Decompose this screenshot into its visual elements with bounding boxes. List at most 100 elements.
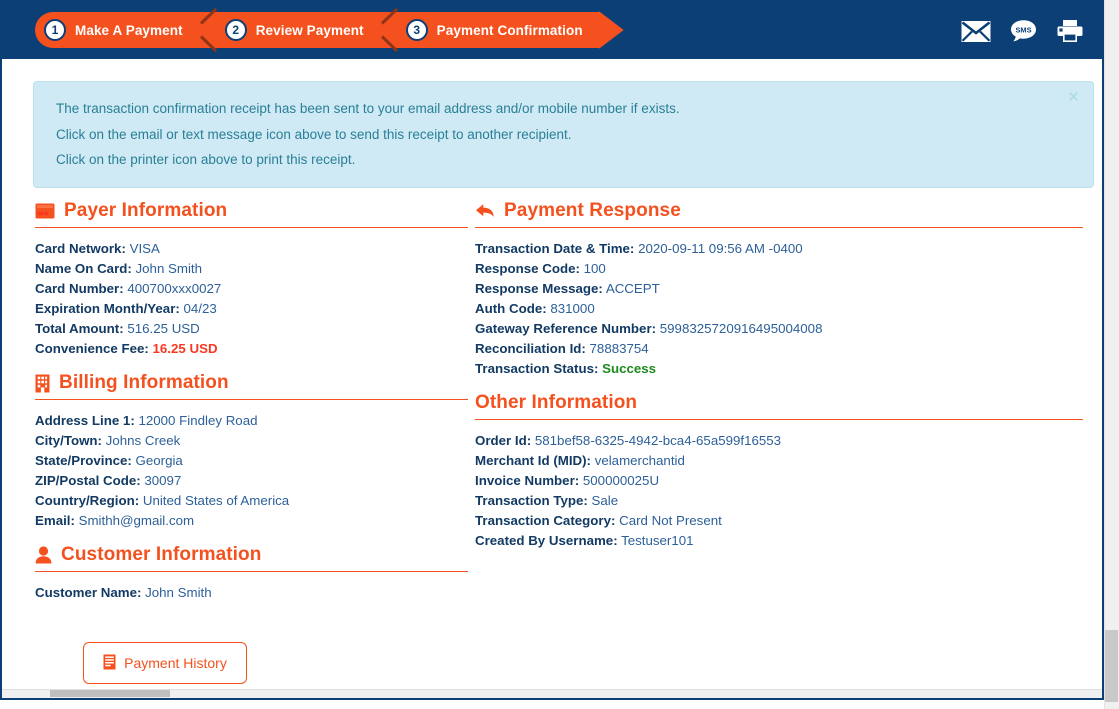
payer-information-section: Payer Information Card Network: VISA Nam… [35,200,468,359]
payer-information-fields: Card Network: VISA Name On Card: John Sm… [35,228,468,359]
field-transaction-status-label: Transaction Status: [475,361,599,376]
field-total-amount: Total Amount: 516.25 USD [35,319,468,339]
field-transaction-type-value: Sale [591,493,619,508]
wizard-step-1[interactable]: 1 Make A Payment [44,12,199,48]
other-information-section: Other Information Order Id: 581bef58-632… [475,392,1083,551]
field-address-line-1-value: 12000 Findley Road [138,413,258,428]
receipt-icon [103,654,116,673]
wizard-step-1-number: 1 [44,19,66,41]
credit-card-icon [35,203,55,219]
left-column: Payer Information Card Network: VISA Nam… [35,200,468,684]
wizard-step-2[interactable]: 2 Review Payment [224,12,380,48]
field-customer-name-label: Customer Name: [35,585,142,600]
field-address-line-1-label: Address Line 1: [35,413,135,428]
billing-information-fields: Address Line 1: 12000 Findley Road City/… [35,400,468,531]
customer-information-title: Customer Information [61,544,262,565]
field-email-value: Smithh@gmail.com [78,513,195,528]
field-transaction-category: Transaction Category: Card Not Present [475,511,1083,531]
field-state-province: State/Province: Georgia [35,451,468,471]
field-convenience-fee: Convenience Fee: 16.25 USD [35,339,468,359]
alert-line-1: The transaction confirmation receipt has… [56,101,680,116]
field-transaction-status-value: Success [602,361,657,376]
user-icon [35,546,52,564]
field-total-amount-value: 516.25 USD [127,321,200,336]
field-auth-code-value: 831000 [550,301,595,316]
field-zip-postal-code-value: 30097 [144,473,182,488]
field-auth-code: Auth Code: 831000 [475,299,1083,319]
field-response-code-label: Response Code: [475,261,580,276]
field-expiration-value: 04/23 [183,301,217,316]
field-card-number-value: 400700xxx0027 [127,281,222,296]
field-reconciliation-id: Reconciliation Id: 78883754 [475,339,1083,359]
field-invoice-number-value: 500000025U [582,473,660,488]
field-invoice-number-label: Invoice Number: [475,473,580,488]
customer-information-header: Customer Information [35,544,468,572]
field-transaction-category-value: Card Not Present [619,513,722,528]
field-name-on-card: Name On Card: John Smith [35,259,468,279]
field-gateway-reference-number-value: 5998325720916495004008 [659,321,823,336]
field-transaction-date-time-value: 2020-09-11 09:56 AM -0400 [638,241,803,256]
field-convenience-fee-label: Convenience Fee: [35,341,149,356]
field-response-code: Response Code: 100 [475,259,1083,279]
payer-information-header: Payer Information [35,200,468,228]
other-information-fields: Order Id: 581bef58-6325-4942-bca4-65a599… [475,420,1083,551]
vertical-scrollbar[interactable] [1104,0,1119,709]
svg-text:SMS: SMS [1015,26,1031,35]
field-response-message: Response Message: ACCEPT [475,279,1083,299]
field-address-line-1: Address Line 1: 12000 Findley Road [35,411,468,431]
field-invoice-number: Invoice Number: 500000025U [475,471,1083,491]
billing-information-section: Billing Information Address Line 1: 1200… [35,372,468,531]
field-transaction-status: Transaction Status: Success [475,359,1083,379]
print-icon[interactable] [1056,19,1084,43]
field-customer-name-value: John Smith [145,585,212,600]
vertical-scrollbar-thumb[interactable] [1105,630,1118,702]
field-transaction-date-time-label: Transaction Date & Time: [475,241,635,256]
reply-arrow-icon [475,203,495,220]
wizard-tail-arrow-icon [599,12,627,48]
top-action-icons: SMS [961,19,1084,43]
top-navigation-bar: 1 Make A Payment 2 Review Payment 3 Paym… [2,0,1102,59]
horizontal-scrollbar-thumb[interactable] [50,690,170,697]
field-created-by-username-label: Created By Username: [475,533,618,548]
alert-close-icon[interactable]: × [1068,88,1079,107]
horizontal-scrollbar[interactable] [2,689,1102,698]
building-icon [35,374,50,393]
field-transaction-type: Transaction Type: Sale [475,491,1083,511]
field-transaction-date-time: Transaction Date & Time: 2020-09-11 09:5… [475,239,1083,259]
billing-information-header: Billing Information [35,372,468,400]
field-email: Email: Smithh@gmail.com [35,511,468,531]
field-merchant-id-value: velamerchantid [594,453,685,468]
wizard-step-3-label: Payment Confirmation [436,22,583,38]
wizard-step-1-label: Make A Payment [75,22,183,38]
field-card-network: Card Network: VISA [35,239,468,259]
field-transaction-type-label: Transaction Type: [475,493,588,508]
field-order-id-label: Order Id: [475,433,532,448]
field-response-message-label: Response Message: [475,281,603,296]
field-total-amount-label: Total Amount: [35,321,124,336]
sms-icon[interactable]: SMS [1010,19,1037,43]
field-gateway-reference-number-label: Gateway Reference Number: [475,321,657,336]
field-merchant-id-label: Merchant Id (MID): [475,453,591,468]
field-zip-postal-code-label: ZIP/Postal Code: [35,473,141,488]
field-card-network-value: VISA [129,241,160,256]
payment-response-fields: Transaction Date & Time: 2020-09-11 09:5… [475,228,1083,379]
field-created-by-username-value: Testuser101 [621,533,694,548]
field-order-id-value: 581bef58-6325-4942-bca4-65a599f16553 [534,433,782,448]
billing-information-title: Billing Information [59,372,229,393]
wizard-step-2-number: 2 [224,19,247,41]
wizard-step-3[interactable]: 3 Payment Confirmation [405,12,599,48]
payment-history-button[interactable]: Payment History [83,642,247,684]
payment-response-header: Payment Response [475,200,1083,228]
payment-response-title: Payment Response [504,200,681,221]
field-city-town-label: City/Town: [35,433,102,448]
field-response-message-value: ACCEPT [605,281,660,296]
field-country-region: Country/Region: United States of America [35,491,468,511]
field-name-on-card-label: Name On Card: [35,261,132,276]
payment-response-section: Payment Response Transaction Date & Time… [475,200,1083,379]
payment-confirmation-page: 1 Make A Payment 2 Review Payment 3 Paym… [0,0,1119,709]
email-icon[interactable] [961,20,991,43]
field-card-number-label: Card Number: [35,281,124,296]
wizard-step-3-number: 3 [405,19,428,41]
payer-information-title: Payer Information [64,200,228,221]
field-customer-name: Customer Name: John Smith [35,583,468,603]
